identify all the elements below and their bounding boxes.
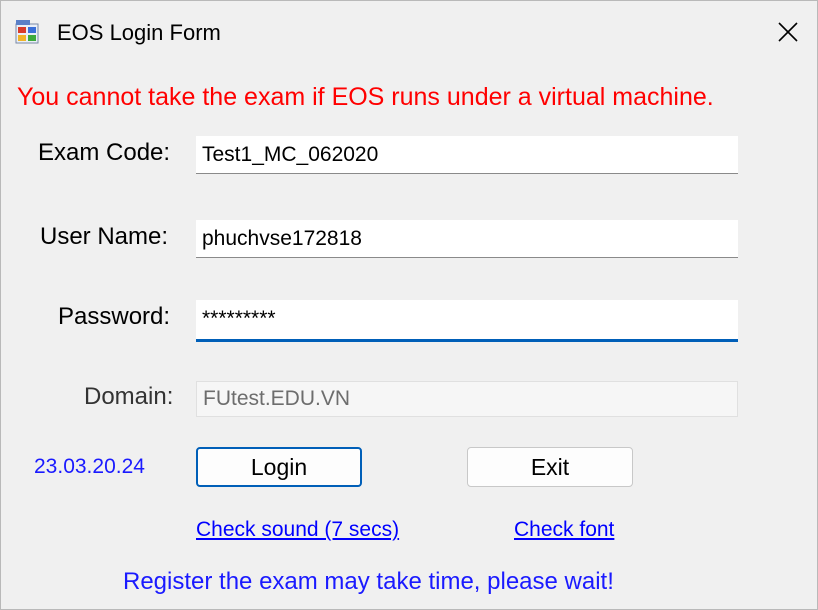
domain-label: Domain: (84, 383, 174, 410)
exam-code-label: Exam Code: (38, 139, 171, 166)
window-title: EOS Login Form (57, 20, 221, 45)
version-label: 23.03.20.24 (34, 455, 145, 478)
title-bar[interactable]: EOS Login Form (1, 1, 817, 63)
user-name-field[interactable]: phuchvse172818 (196, 220, 738, 258)
user-name-label: User Name: (40, 223, 169, 250)
exam-code-field[interactable]: Test1_MC_062020 (196, 136, 738, 174)
register-wait-message: Register the exam may take time, please … (123, 568, 614, 595)
vm-warning-text: You cannot take the exam if EOS runs und… (17, 83, 714, 111)
password-field[interactable]: ********* (196, 300, 738, 342)
close-icon (778, 22, 798, 42)
check-sound-link[interactable]: Check sound (7 secs) (196, 516, 399, 544)
app-form-icon (15, 19, 41, 45)
close-button[interactable] (759, 1, 817, 63)
check-font-link[interactable]: Check font (514, 516, 614, 544)
password-label: Password: (58, 303, 171, 330)
domain-field: FUtest.EDU.VN (196, 381, 738, 417)
login-button[interactable]: Login (196, 447, 362, 487)
login-window: EOS Login Form You cannot take the exam … (0, 0, 818, 610)
exit-button[interactable]: Exit (467, 447, 633, 487)
